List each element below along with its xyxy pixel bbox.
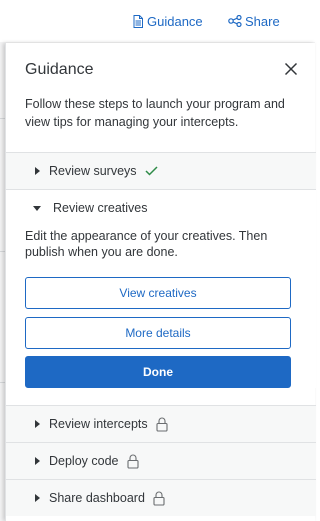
done-button[interactable]: Done (25, 356, 291, 388)
step-label: Review creatives (53, 201, 148, 215)
caret-right-icon (35, 494, 40, 502)
step-review-intercepts[interactable]: Review intercepts (6, 405, 316, 442)
step-header[interactable]: Review intercepts (6, 406, 316, 442)
close-icon (284, 62, 298, 76)
step-label: Share dashboard (49, 491, 145, 505)
caret-right-icon (35, 420, 40, 428)
caret-right-icon (35, 457, 40, 465)
guidance-link-label: Guidance (147, 13, 203, 29)
step-header[interactable]: Deploy code (6, 443, 316, 479)
steps-list: Review surveys Review creatives Edit the… (6, 152, 316, 516)
step-label: Deploy code (49, 454, 119, 468)
step-label: Review surveys (49, 164, 137, 178)
close-button[interactable] (284, 62, 298, 76)
guidance-link[interactable]: Guidance (132, 12, 203, 30)
step-description: Edit the appearance of your creatives. T… (25, 229, 268, 259)
share-icon (228, 15, 242, 27)
share-link-label: Share (245, 13, 280, 29)
panel-title: Guidance (25, 61, 94, 78)
lock-icon (153, 491, 165, 506)
step-label: Review intercepts (49, 417, 148, 431)
lock-icon (156, 417, 168, 432)
caret-right-icon (35, 167, 40, 175)
step-header[interactable]: Review creatives (6, 190, 316, 226)
more-details-button[interactable]: More details (25, 317, 291, 349)
share-link[interactable]: Share (228, 12, 280, 30)
view-creatives-button[interactable]: View creatives (25, 277, 291, 309)
step-deploy-code[interactable]: Deploy code (6, 442, 316, 479)
step-share-dashboard[interactable]: Share dashboard (6, 479, 316, 516)
step-review-surveys[interactable]: Review surveys (6, 152, 316, 189)
step-header[interactable]: Share dashboard (6, 480, 316, 516)
caret-down-icon (33, 205, 41, 211)
guidance-panel: Guidance Follow these steps to launch yo… (5, 43, 316, 521)
lock-icon (126, 454, 139, 469)
document-icon (132, 14, 144, 28)
panel-intro: Follow these steps to launch your progra… (25, 97, 285, 129)
checkmark-icon (145, 166, 158, 176)
panel-header: Guidance (6, 43, 316, 95)
step-header[interactable]: Review surveys (6, 153, 316, 189)
top-bar: Guidance Share (0, 0, 315, 42)
step-review-creatives: Review creatives Edit the appearance of … (6, 189, 316, 388)
